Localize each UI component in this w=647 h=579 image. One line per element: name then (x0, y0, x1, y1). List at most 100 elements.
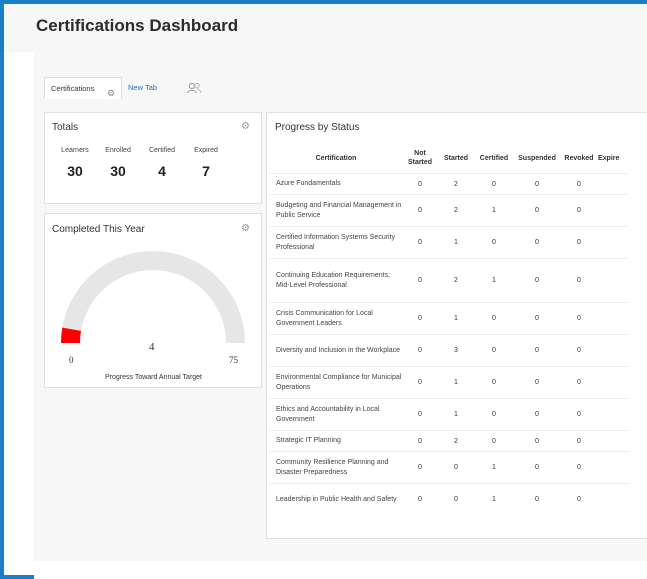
expired-count-cell (598, 366, 628, 399)
status-count-cell: 0 (402, 226, 438, 259)
status-count-cell: 0 (474, 302, 514, 335)
users-icon[interactable] (186, 81, 202, 99)
status-count-cell: 0 (402, 430, 438, 452)
tab-new-tab[interactable]: New Tab (128, 77, 157, 99)
expired-count-cell (598, 194, 628, 227)
stat-label-enrolled: Enrolled (105, 147, 131, 154)
expired-count-cell (598, 302, 628, 335)
table-row[interactable]: Crisis Communication for Local Governmen… (270, 302, 628, 335)
status-count-cell: 0 (560, 366, 598, 399)
status-count-cell: 2 (438, 173, 474, 195)
expired-count-cell (598, 451, 628, 484)
status-count-cell: 0 (474, 173, 514, 195)
status-count-cell: 0 (514, 398, 560, 431)
certification-name-cell: Continuing Education Requirements: Mid-L… (270, 258, 402, 303)
column-header-started[interactable]: Started (438, 143, 474, 174)
status-count-cell: 1 (438, 302, 474, 335)
status-count-cell: 0 (402, 366, 438, 399)
table-row[interactable]: Community Resilience Planning and Disast… (270, 451, 628, 484)
status-count-cell: 0 (402, 258, 438, 303)
certification-name-cell: Diversity and Inclusion in the Workplace (270, 334, 402, 367)
status-count-cell: 1 (474, 451, 514, 484)
status-count-cell: 1 (474, 194, 514, 227)
status-count-cell: 0 (514, 366, 560, 399)
certification-name-cell: Azure Fundamentals (270, 173, 402, 195)
certification-name-cell: Crisis Communication for Local Governmen… (270, 302, 402, 335)
table-row[interactable]: Azure Fundamentals 0 2 0 0 0 (270, 173, 628, 195)
status-count-cell: 0 (474, 334, 514, 367)
status-count-cell: 0 (514, 302, 560, 335)
stat-value-expired: 7 (202, 163, 210, 179)
status-count-cell: 0 (560, 226, 598, 259)
certification-name-cell: Certified Information Systems Security P… (270, 226, 402, 259)
stat-value-certified: 4 (158, 163, 166, 179)
status-count-cell: 0 (402, 194, 438, 227)
stat-value-enrolled: 30 (110, 163, 126, 179)
tab-certifications[interactable]: Certifications ⚙ (44, 77, 122, 99)
table-row[interactable]: Continuing Education Requirements: Mid-L… (270, 258, 628, 303)
status-count-cell: 0 (438, 483, 474, 516)
column-header-certification[interactable]: Certification (270, 143, 402, 174)
status-count-cell: 0 (514, 258, 560, 303)
status-count-cell: 0 (514, 430, 560, 452)
progress-table: Certification Not Started Started Certif… (270, 143, 628, 516)
column-header-revoked[interactable]: Revoked (560, 143, 598, 174)
certification-name-cell: Leadership in Public Health and Safety (270, 483, 402, 516)
gauge-min-label: 0 (69, 355, 74, 365)
certification-name-cell: Community Resilience Planning and Disast… (270, 451, 402, 484)
status-count-cell: 0 (560, 194, 598, 227)
stat-label-expired: Expired (194, 147, 218, 154)
status-count-cell: 0 (560, 173, 598, 195)
status-count-cell: 1 (438, 398, 474, 431)
status-count-cell: 2 (438, 258, 474, 303)
column-header-expired[interactable]: Expire (598, 143, 628, 174)
status-count-cell: 0 (402, 302, 438, 335)
column-header-not-started[interactable]: Not Started (402, 143, 438, 174)
column-header-certified[interactable]: Certified (474, 143, 514, 174)
status-count-cell: 2 (438, 194, 474, 227)
status-count-cell: 0 (514, 483, 560, 516)
gauge-value-label: 4 (149, 341, 155, 353)
status-count-cell: 1 (474, 258, 514, 303)
status-count-cell: 0 (474, 398, 514, 431)
gear-icon[interactable]: ⚙ (241, 121, 250, 132)
table-row[interactable]: Budgeting and Financial Management in Pu… (270, 194, 628, 227)
totals-title: Totals (52, 122, 79, 133)
status-count-cell: 0 (474, 366, 514, 399)
status-count-cell: 0 (514, 226, 560, 259)
status-count-cell: 0 (514, 334, 560, 367)
table-row[interactable]: Strategic IT Planning 0 2 0 0 0 (270, 430, 628, 452)
status-count-cell: 0 (560, 334, 598, 367)
status-count-cell: 0 (402, 451, 438, 484)
column-header-suspended[interactable]: Suspended (514, 143, 560, 174)
expired-count-cell (598, 430, 628, 452)
table-row[interactable]: Environmental Compliance for Municipal O… (270, 366, 628, 399)
table-row[interactable]: Ethics and Accountability in Local Gover… (270, 398, 628, 431)
tab-certifications-label: Certifications (51, 84, 95, 93)
status-count-cell: 0 (402, 334, 438, 367)
stat-label-certified: Certified (148, 147, 176, 154)
table-header-row: Certification Not Started Started Certif… (270, 143, 628, 174)
status-count-cell: 0 (402, 398, 438, 431)
status-count-cell: 3 (438, 334, 474, 367)
status-count-cell: 1 (438, 366, 474, 399)
certification-name-cell: Ethics and Accountability in Local Gover… (270, 398, 402, 431)
gear-icon[interactable]: ⚙ (107, 82, 115, 104)
table-row[interactable]: Diversity and Inclusion in the Workplace… (270, 334, 628, 367)
table-row[interactable]: Leadership in Public Health and Safety 0 0… (270, 483, 628, 516)
footer-band (34, 561, 647, 579)
status-count-cell: 0 (402, 483, 438, 516)
certification-name-cell: Environmental Compliance for Municipal O… (270, 366, 402, 399)
completed-panel: Completed This Year ⚙ 0 4 75 Progress To… (44, 213, 262, 388)
status-count-cell: 2 (438, 430, 474, 452)
status-count-cell: 0 (474, 430, 514, 452)
progress-title: Progress by Status (275, 122, 360, 133)
page-title: Certifications Dashboard (36, 16, 239, 35)
status-count-cell: 0 (514, 173, 560, 195)
table-row[interactable]: Certified Information Systems Security P… (270, 226, 628, 259)
status-count-cell: 0 (560, 302, 598, 335)
status-count-cell: 0 (560, 430, 598, 452)
gauge-max-label: 75 (229, 355, 238, 365)
status-count-cell: 0 (560, 483, 598, 516)
status-count-cell: 0 (402, 173, 438, 195)
